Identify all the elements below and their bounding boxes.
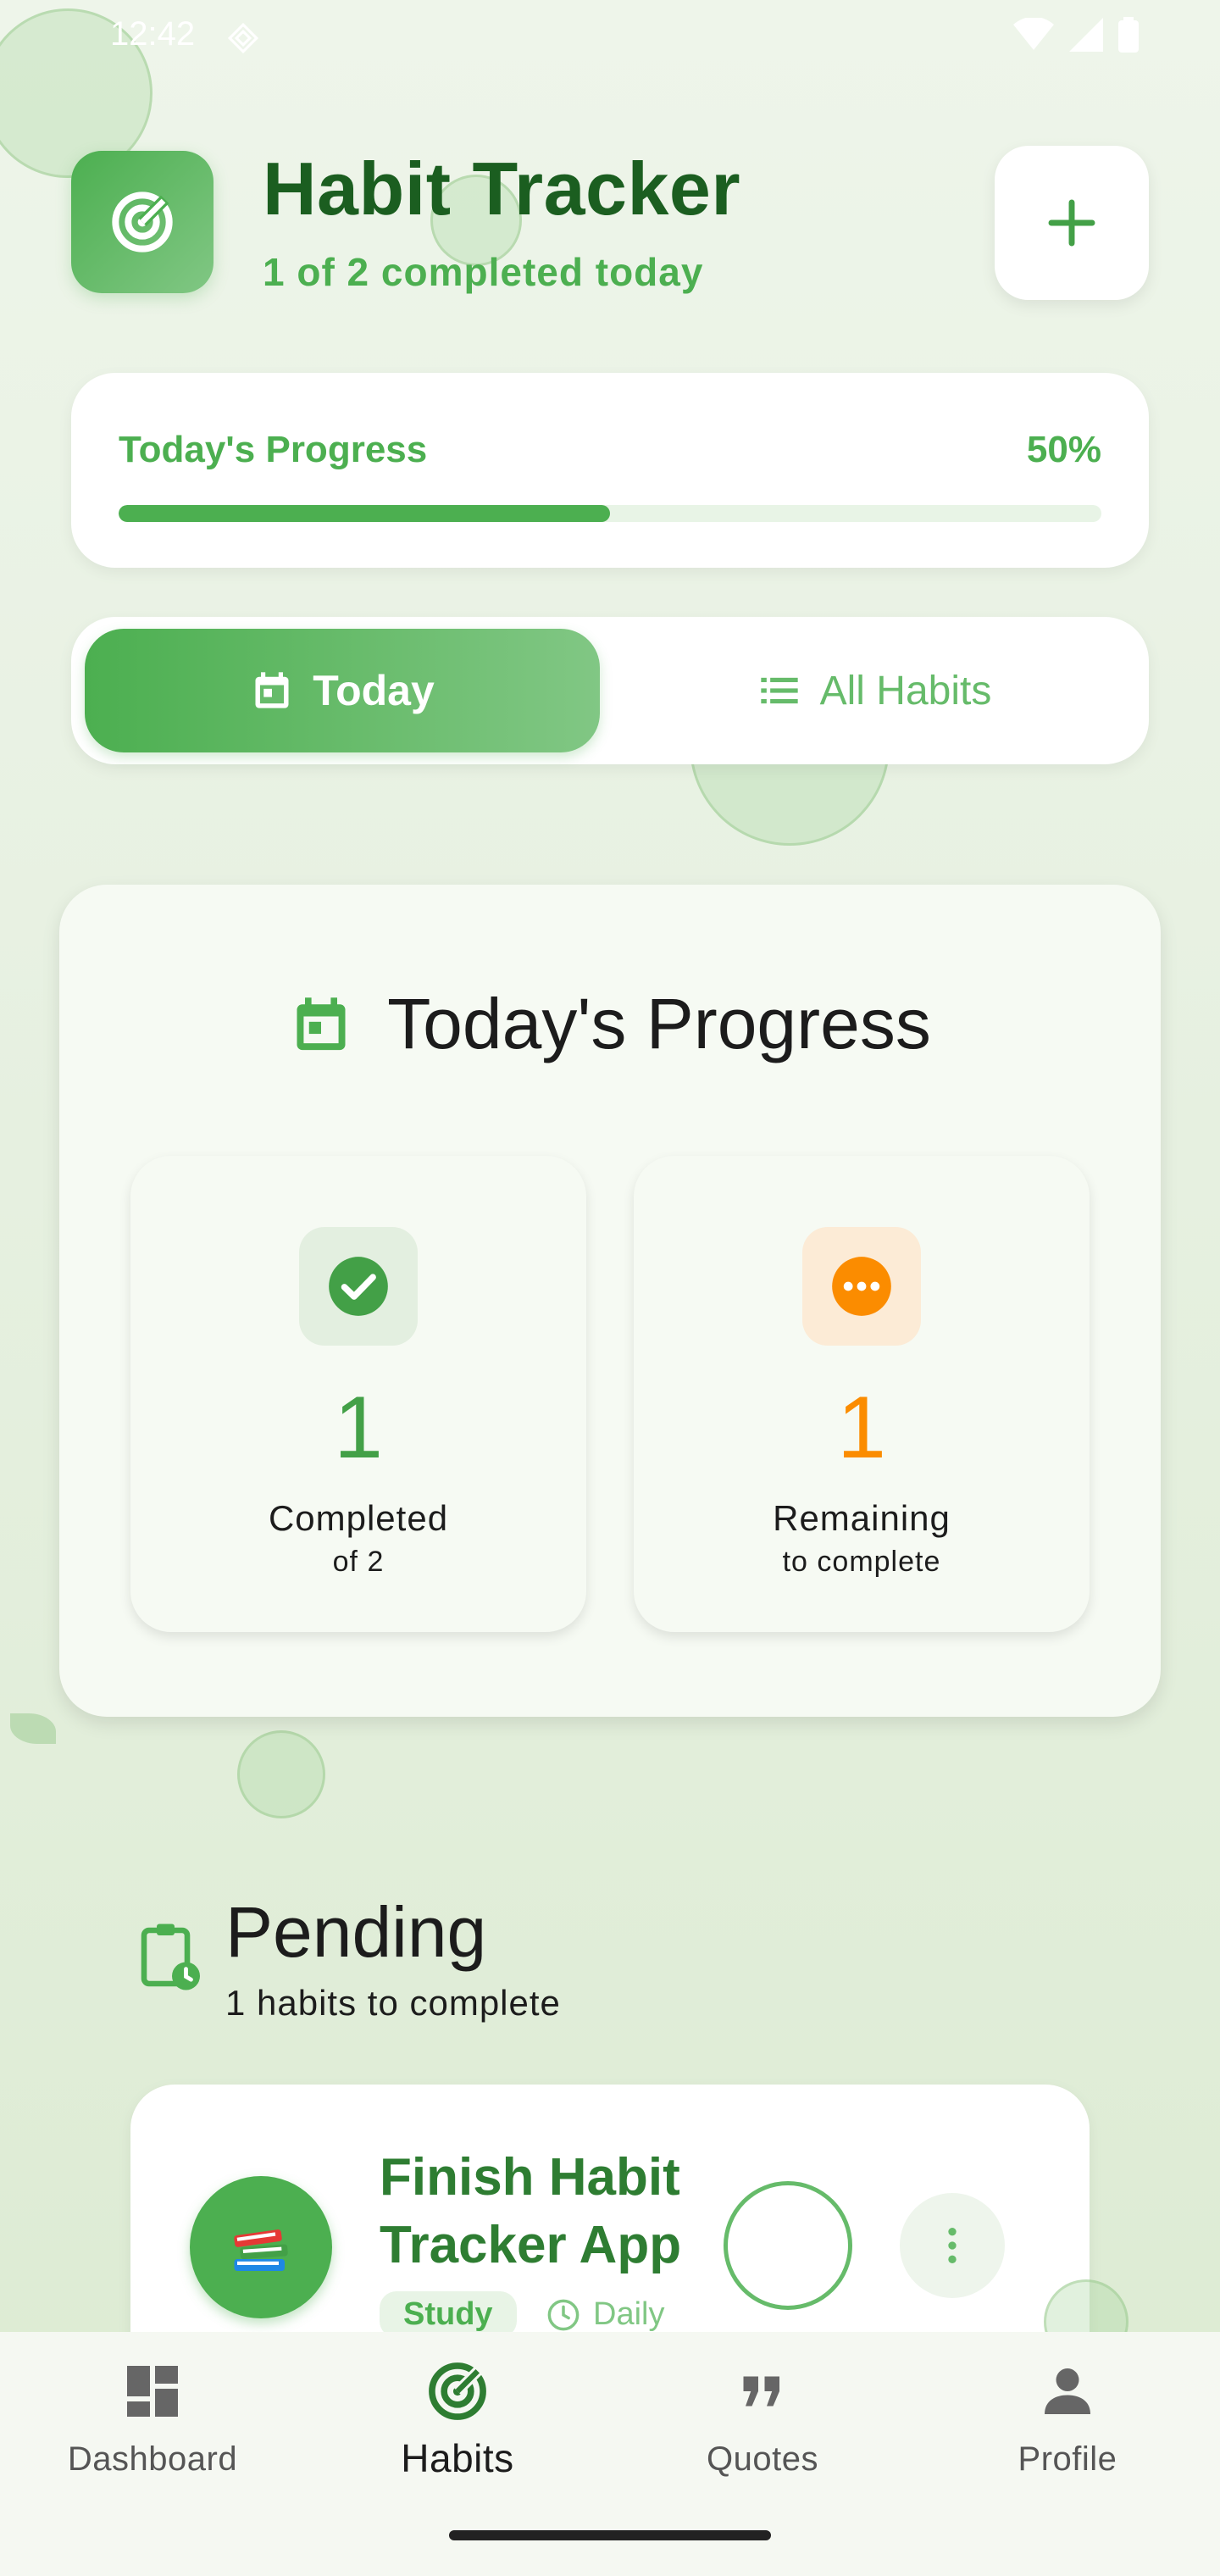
more-circle-icon <box>832 1257 891 1316</box>
battery-icon <box>1118 17 1139 53</box>
remaining-count: 1 <box>837 1379 886 1477</box>
more-vert-icon <box>948 2228 957 2263</box>
stat-icon-box <box>802 1227 921 1346</box>
list-icon <box>760 677 798 704</box>
pending-subtitle: 1 habits to complete <box>225 1983 561 2023</box>
progress-percent: 50% <box>1026 429 1101 470</box>
home-indicator[interactable] <box>449 2530 771 2540</box>
completed-label: Completed <box>268 1498 449 1538</box>
nav-quotes[interactable]: Quotes <box>635 2357 890 2493</box>
target-icon <box>112 192 173 253</box>
completed-sublabel: of 2 <box>332 1546 385 1578</box>
person-icon <box>1045 2368 1090 2414</box>
remaining-label: Remaining <box>773 1498 951 1538</box>
plus-icon <box>1048 199 1095 247</box>
nav-quotes-label: Quotes <box>707 2440 818 2478</box>
habit-frequency: Daily <box>546 2296 664 2333</box>
decor-bubble <box>237 1730 325 1818</box>
view-tabs: Today All Habits <box>71 617 1149 764</box>
stat-card-remaining: 1 Remaining to complete <box>634 1156 1090 1632</box>
pending-clipboard-icon <box>141 1924 200 1990</box>
check-circle-icon <box>329 1257 388 1316</box>
daily-progress-card: Today's Progress 50% <box>71 373 1149 568</box>
notification-diamond-icon <box>227 22 259 54</box>
page-title: Habit Tracker <box>263 147 741 230</box>
habit-category-badge: Study <box>380 2291 517 2338</box>
app-logo <box>71 151 214 293</box>
stat-icon-box <box>299 1227 418 1346</box>
nav-profile[interactable]: Profile <box>940 2357 1195 2493</box>
nav-habits[interactable]: Habits <box>330 2357 585 2493</box>
status-bar: 12:42 <box>0 0 1220 71</box>
completed-count: 1 <box>334 1379 383 1477</box>
progress-bar <box>119 505 1101 522</box>
wifi-icon <box>1013 18 1054 50</box>
nav-dashboard-label: Dashboard <box>67 2440 238 2478</box>
page-subtitle: 1 of 2 completed today <box>263 250 704 294</box>
add-habit-button[interactable] <box>995 146 1149 300</box>
nav-dashboard[interactable]: Dashboard <box>25 2357 280 2493</box>
books-icon <box>234 2229 288 2271</box>
dashboard-icon <box>127 2366 178 2417</box>
habit-complete-toggle[interactable] <box>724 2181 852 2310</box>
pending-title: Pending <box>225 1892 487 1972</box>
quote-icon <box>743 2376 779 2407</box>
remaining-sublabel: to complete <box>782 1546 941 1578</box>
habit-emoji-icon <box>190 2176 332 2318</box>
habit-more-button[interactable] <box>900 2193 1005 2298</box>
summary-title: Today's Progress <box>387 984 931 1063</box>
signal-icon <box>1069 18 1103 52</box>
clock-icon <box>547 2299 580 2330</box>
habit-frequency-label: Daily <box>593 2296 665 2332</box>
tab-all-habits[interactable]: All Habits <box>613 629 1135 752</box>
tab-today-label: Today <box>313 667 435 714</box>
target-icon <box>429 2362 486 2420</box>
calendar-icon <box>297 997 346 1050</box>
calendar-icon <box>255 672 289 708</box>
tab-all-habits-label: All Habits <box>819 668 992 713</box>
status-time: 12:42 <box>110 15 196 53</box>
habit-name: Finish Habit Tracker App <box>380 2148 682 2274</box>
tab-today[interactable]: Today <box>85 629 600 752</box>
progress-bar-fill <box>119 505 610 522</box>
summary-heading: Today's Progress <box>59 983 1161 1065</box>
nav-habits-label: Habits <box>401 2436 514 2480</box>
todays-progress-card: Today's Progress 1 Completed of 2 1 Rema… <box>59 885 1161 1717</box>
decor-leaf <box>10 1713 56 1744</box>
stat-card-completed: 1 Completed of 2 <box>130 1156 586 1632</box>
progress-label: Today's Progress <box>119 429 428 470</box>
nav-profile-label: Profile <box>1018 2440 1117 2478</box>
